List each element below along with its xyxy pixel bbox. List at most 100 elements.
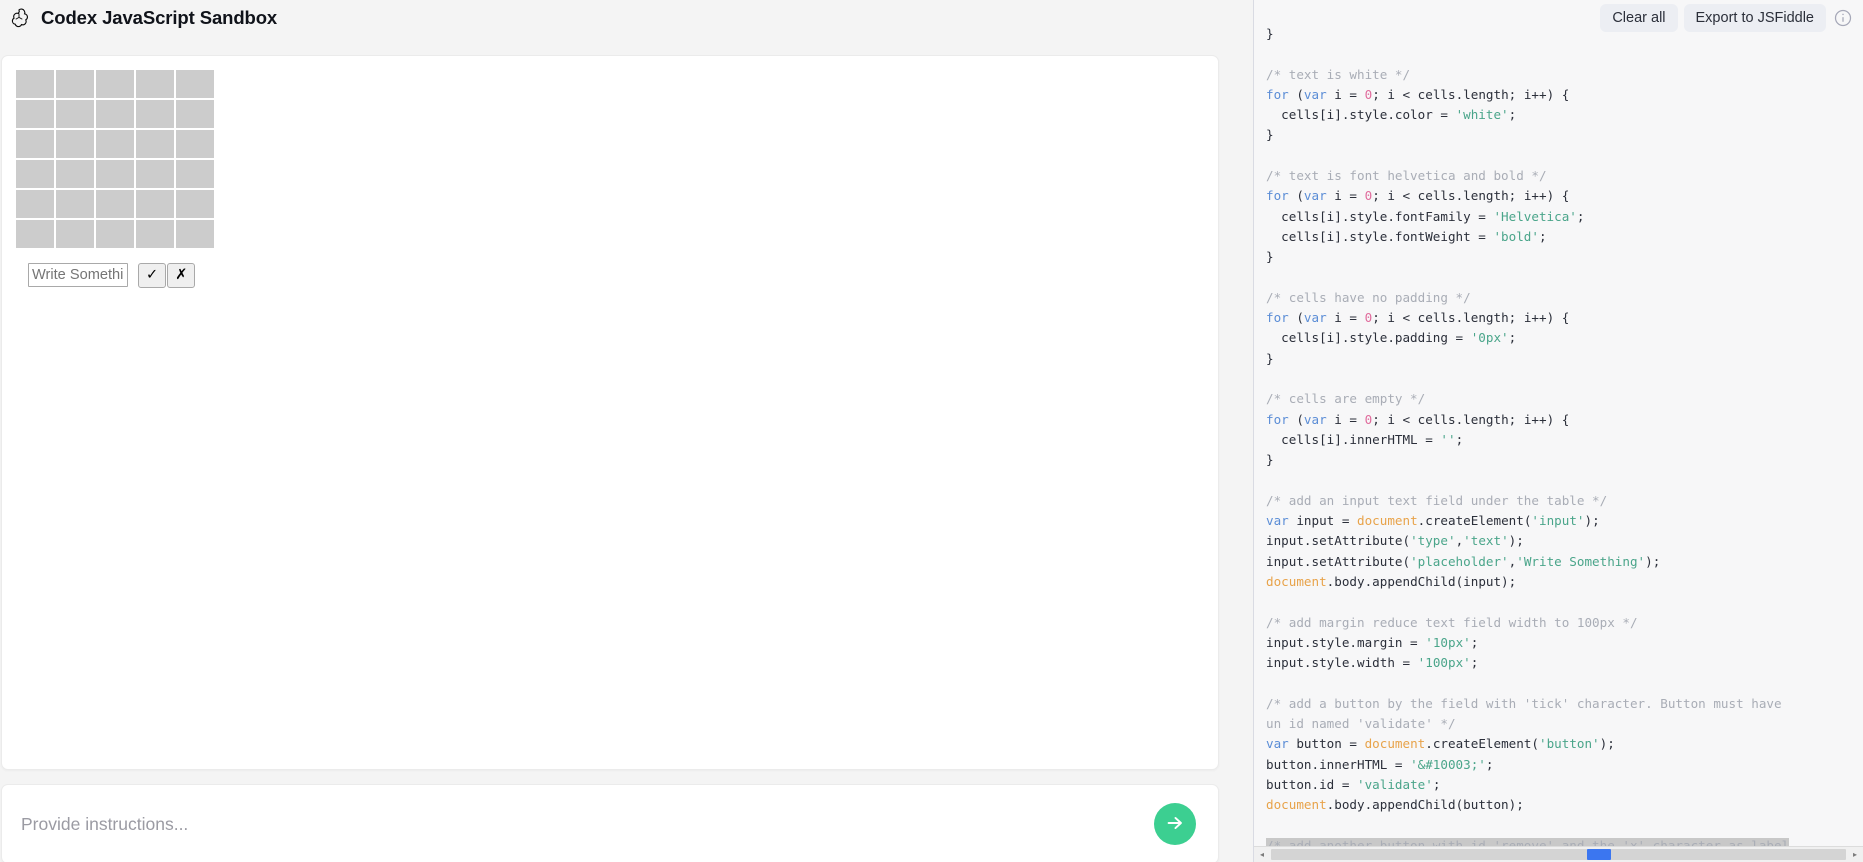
table-row xyxy=(16,220,214,248)
scrollbar-track[interactable] xyxy=(1271,849,1846,860)
code-line: cells[i].style.fontFamily = 'Helvetica'; xyxy=(1266,207,1863,227)
table-cell xyxy=(56,100,94,128)
code-token: 'placeholder' xyxy=(1410,553,1509,569)
table-cell xyxy=(96,220,134,248)
openai-logo-icon xyxy=(8,7,30,29)
generated-controls: ✓ ✗ xyxy=(14,253,1218,297)
info-icon[interactable] xyxy=(1832,7,1854,29)
code-line: input.setAttribute('placeholder','Write … xyxy=(1266,552,1863,572)
table-cell xyxy=(136,130,174,158)
sandbox-pane: Codex JavaScript Sandbox ✓ ✗ xyxy=(0,0,1253,862)
code-line: } xyxy=(1266,349,1863,369)
code-token: 'bold' xyxy=(1493,228,1539,244)
code-token: ; xyxy=(1485,756,1494,772)
code-token: for xyxy=(1266,188,1289,204)
code-scroll-area[interactable]: } /* text is white */ for (var i = 0; i <… xyxy=(1254,0,1863,846)
arrow-right-icon xyxy=(1164,812,1186,837)
code-line: for (var i = 0; i < cells.length; i++) { xyxy=(1266,85,1863,105)
remove-button[interactable]: ✗ xyxy=(167,262,196,288)
code-token: '' xyxy=(1440,431,1456,447)
code-line: cells[i].style.padding = '0px'; xyxy=(1266,328,1863,348)
validate-button[interactable]: ✓ xyxy=(138,262,167,288)
write-something-input[interactable] xyxy=(28,263,128,287)
table-row xyxy=(16,70,214,98)
code-token: '10px' xyxy=(1425,634,1471,650)
code-line: input.style.margin = '10px'; xyxy=(1266,633,1863,653)
table-cell xyxy=(56,220,94,248)
generated-code-block: } /* text is white */ for (var i = 0; i <… xyxy=(1266,24,1863,846)
code-line: un id named 'validate' */ xyxy=(1266,714,1863,734)
table-cell xyxy=(16,220,54,248)
table-cell xyxy=(16,160,54,188)
table-cell xyxy=(176,70,214,98)
table-cell xyxy=(16,100,54,128)
app-header: Codex JavaScript Sandbox xyxy=(0,0,1222,30)
code-token: ; xyxy=(1538,228,1547,244)
code-token: document xyxy=(1364,736,1426,752)
code-token: var xyxy=(1303,86,1327,102)
code-line: button.innerHTML = '&#10003;'; xyxy=(1266,755,1863,775)
scroll-left-arrow-icon[interactable]: ◂ xyxy=(1254,846,1270,862)
code-token: /* cells are empty */ xyxy=(1266,391,1426,407)
code-line: /* text is font helvetica and bold */ xyxy=(1266,166,1863,186)
code-line: cells[i].style.color = 'white'; xyxy=(1266,105,1863,125)
code-line: cells[i].innerHTML = ''; xyxy=(1266,430,1863,450)
code-token: var xyxy=(1303,310,1327,326)
code-token: document xyxy=(1357,513,1418,529)
table-cell xyxy=(176,220,214,248)
code-line: /* text is white */ xyxy=(1266,65,1863,85)
code-token: ; xyxy=(1470,655,1479,671)
table-cell xyxy=(176,160,214,188)
code-token: ; xyxy=(1508,330,1517,346)
code-token: var xyxy=(1266,513,1289,529)
code-line: button.id = 'validate'; xyxy=(1266,775,1863,795)
code-token: ; xyxy=(1576,208,1585,224)
code-token: ; xyxy=(1470,634,1479,650)
code-token: '100px' xyxy=(1417,655,1471,671)
code-token: button.id = xyxy=(1266,776,1357,792)
code-token: .createElement( xyxy=(1417,513,1532,529)
table-cell xyxy=(176,190,214,218)
clear-all-button[interactable]: Clear all xyxy=(1600,4,1678,32)
code-token: input.setAttribute( xyxy=(1266,533,1411,549)
code-token: ; xyxy=(1508,107,1517,123)
export-to-jsfiddle-button[interactable]: Export to JSFiddle xyxy=(1683,4,1826,32)
code-token: ; i < cells.length; i++) { xyxy=(1372,86,1570,102)
code-token: } xyxy=(1266,127,1274,143)
app-title: Codex JavaScript Sandbox xyxy=(41,7,278,28)
code-token: cells[i].style.color = xyxy=(1266,107,1456,123)
code-token: ); xyxy=(1584,513,1600,529)
code-line: var button = document.createElement('but… xyxy=(1266,734,1863,754)
code-line: /* add an input text field under the tab… xyxy=(1266,491,1863,511)
sandbox-output-card: ✓ ✗ xyxy=(1,55,1219,770)
scroll-right-arrow-icon[interactable]: ▸ xyxy=(1847,846,1863,862)
table-cell xyxy=(16,190,54,218)
code-token: button.innerHTML = xyxy=(1266,756,1411,772)
scrollbar-thumb[interactable] xyxy=(1587,849,1612,860)
code-token: i = xyxy=(1326,86,1365,102)
sandbox-rendered-output: ✓ ✗ xyxy=(2,56,1218,297)
code-token: input.setAttribute( xyxy=(1266,553,1411,569)
code-token: .createElement( xyxy=(1425,736,1539,752)
code-token: for xyxy=(1266,411,1289,427)
code-token: 'Helvetica' xyxy=(1493,208,1577,224)
table-cell xyxy=(176,100,214,128)
code-token: /* text is white */ xyxy=(1266,66,1411,82)
code-line: cells[i].style.fontWeight = 'bold'; xyxy=(1266,227,1863,247)
table-cell xyxy=(56,130,94,158)
code-line: } xyxy=(1266,247,1863,267)
table-cell xyxy=(176,130,214,158)
code-token: '&#10003;' xyxy=(1410,756,1486,772)
instructions-input[interactable] xyxy=(21,804,1154,844)
table-cell xyxy=(96,190,134,218)
send-button[interactable] xyxy=(1154,803,1196,845)
table-cell xyxy=(96,70,134,98)
code-token: 'type' xyxy=(1410,533,1456,549)
table-cell xyxy=(56,70,94,98)
horizontal-scrollbar[interactable]: ◂ ▸ xyxy=(1254,846,1863,862)
code-token: .body.appendChild(input); xyxy=(1326,574,1517,590)
